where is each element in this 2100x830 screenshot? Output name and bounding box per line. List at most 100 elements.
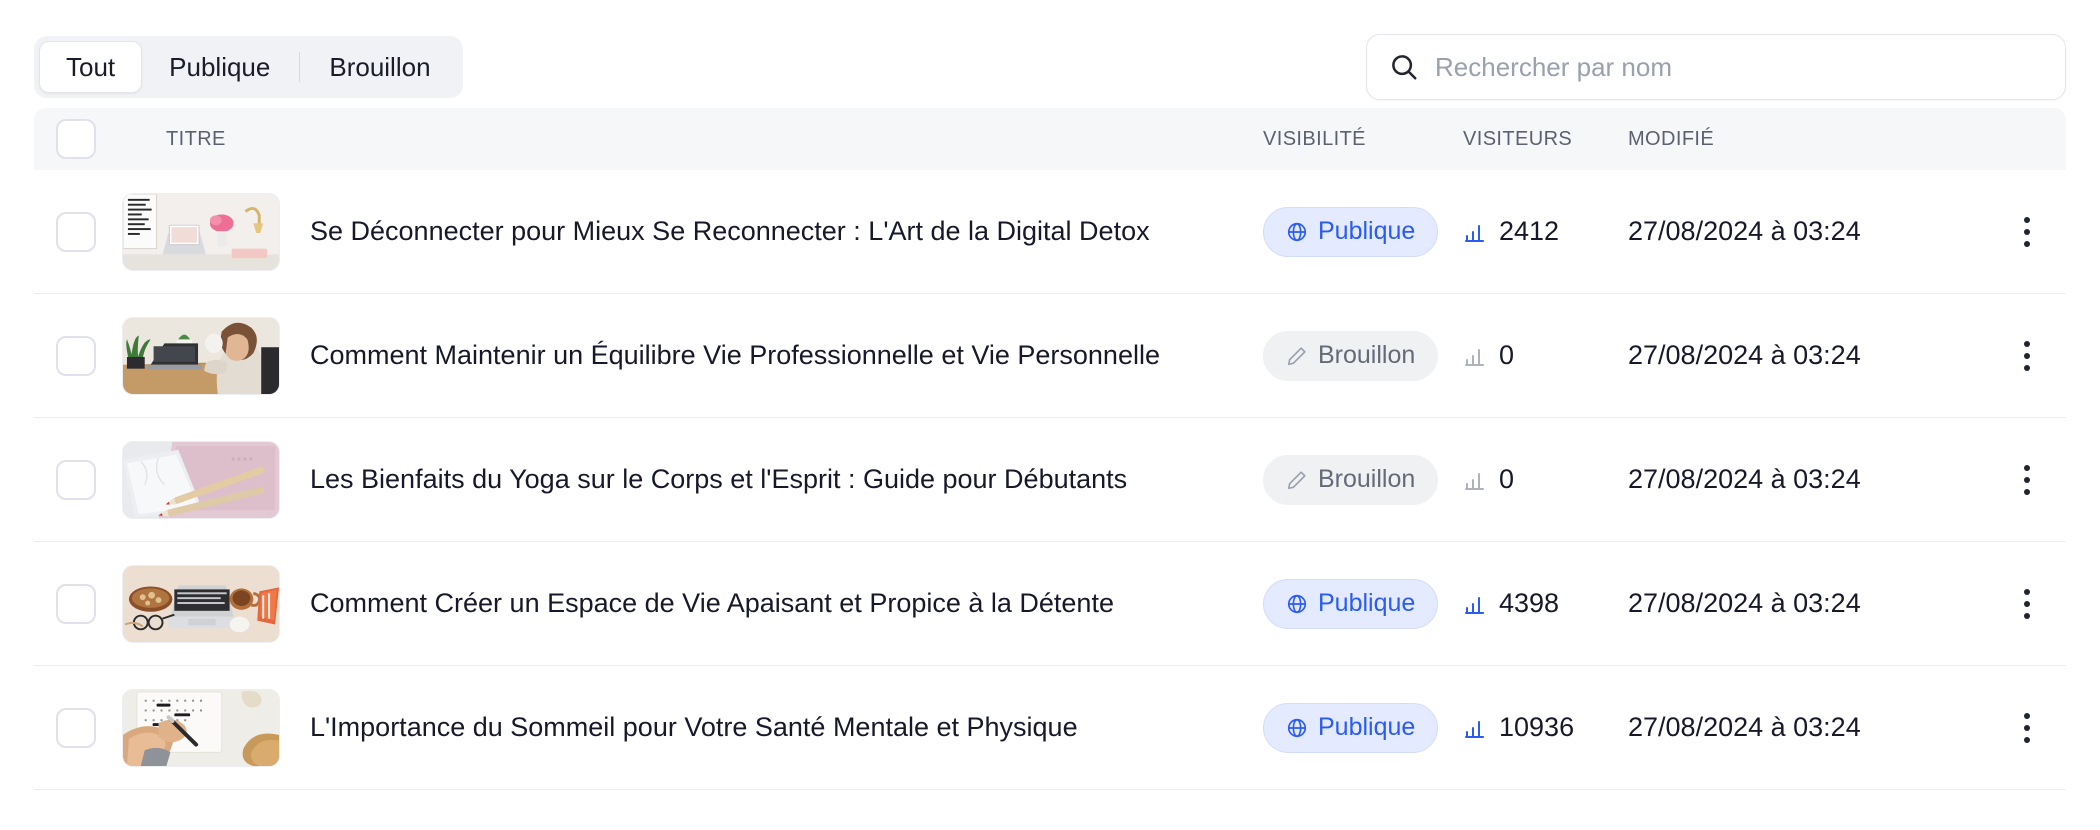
status-badge[interactable]: Publique xyxy=(1263,702,1439,753)
table-row[interactable]: Les Bienfaits du Yoga sur le Corps et l'… xyxy=(34,418,2066,542)
row-title[interactable]: Se Déconnecter pour Mieux Se Reconnecter… xyxy=(310,216,1150,247)
globe-icon xyxy=(1286,593,1308,615)
row-title[interactable]: Les Bienfaits du Yoga sur le Corps et l'… xyxy=(310,464,1127,495)
row-select-cell xyxy=(34,335,122,376)
filter-tab-all-label: Tout xyxy=(66,51,116,82)
row-thumbnail xyxy=(122,564,280,643)
status-badge-label: Publique xyxy=(1318,217,1416,245)
row-thumbnail xyxy=(122,440,280,519)
row-checkbox[interactable] xyxy=(56,459,96,500)
column-header-visibility: VISIBILITÉ xyxy=(1263,128,1463,151)
row-checkbox[interactable] xyxy=(56,335,96,376)
row-title[interactable]: Comment Créer un Espace de Vie Apaisant … xyxy=(310,588,1114,619)
globe-icon xyxy=(1286,717,1308,739)
row-title[interactable]: L'Importance du Sommeil pour Votre Santé… xyxy=(310,712,1078,743)
row-select-cell xyxy=(34,707,122,748)
row-actions-cell xyxy=(1988,458,2066,502)
column-header-title: TITRE xyxy=(122,128,1263,151)
bar-chart-icon xyxy=(1463,716,1487,740)
filter-tab-public[interactable]: Publique xyxy=(142,41,297,93)
row-visitors-cell: 4398 xyxy=(1463,588,1628,619)
kebab-menu-icon[interactable] xyxy=(2005,210,2049,254)
status-badge[interactable]: Publique xyxy=(1263,206,1439,257)
row-checkbox[interactable] xyxy=(56,583,96,624)
row-title-cell: Comment Créer un Espace de Vie Apaisant … xyxy=(122,564,1263,643)
status-badge-label: Brouillon xyxy=(1318,465,1416,493)
modified-date: 27/08/2024 à 03:24 xyxy=(1628,588,1861,618)
row-visitors-cell: 10936 xyxy=(1463,712,1628,743)
row-modified-cell: 27/08/2024 à 03:24 xyxy=(1628,588,1988,619)
search-icon xyxy=(1389,52,1419,82)
visitors-value-wrap: 0 xyxy=(1463,340,1628,371)
row-visitors-cell: 2412 xyxy=(1463,216,1628,247)
status-badge[interactable]: Brouillon xyxy=(1263,454,1439,505)
filter-tab-draft[interactable]: Brouillon xyxy=(302,41,457,93)
row-modified-cell: 27/08/2024 à 03:24 xyxy=(1628,216,1988,247)
modified-date: 27/08/2024 à 03:24 xyxy=(1628,712,1861,742)
filter-divider xyxy=(299,52,301,82)
row-title-cell: Comment Maintenir un Équilibre Vie Profe… xyxy=(122,316,1263,395)
filter-tab-public-label: Publique xyxy=(169,51,271,82)
bar-chart-icon xyxy=(1463,344,1487,368)
table-row[interactable]: Comment Créer un Espace de Vie Apaisant … xyxy=(34,542,2066,666)
status-badge-label: Publique xyxy=(1318,713,1416,741)
kebab-menu-icon[interactable] xyxy=(2005,706,2049,750)
row-actions-cell xyxy=(1988,210,2066,254)
pencil-icon xyxy=(1286,469,1308,491)
row-actions-cell xyxy=(1988,334,2066,378)
table-row[interactable]: Se Déconnecter pour Mieux Se Reconnecter… xyxy=(34,170,2066,294)
search-input[interactable] xyxy=(1435,51,2043,83)
bar-chart-icon xyxy=(1463,220,1487,244)
bar-chart-icon xyxy=(1463,592,1487,616)
row-visibility-cell: Brouillon xyxy=(1263,454,1463,505)
row-select-cell xyxy=(34,459,122,500)
status-filter-group: Tout Publique Brouillon xyxy=(34,36,463,98)
column-header-visitors: VISITEURS xyxy=(1463,128,1628,151)
status-badge[interactable]: Brouillon xyxy=(1263,330,1439,381)
row-visibility-cell: Publique xyxy=(1263,578,1463,629)
row-modified-cell: 27/08/2024 à 03:24 xyxy=(1628,712,1988,743)
row-visibility-cell: Publique xyxy=(1263,206,1463,257)
row-checkbox[interactable] xyxy=(56,707,96,748)
publications-table: TITRE VISIBILITÉ VISITEURS MODIFIÉ Se Dé… xyxy=(34,108,2066,790)
table-row[interactable]: Comment Maintenir un Équilibre Vie Profe… xyxy=(34,294,2066,418)
status-badge[interactable]: Publique xyxy=(1263,578,1439,629)
globe-icon xyxy=(1286,221,1308,243)
row-modified-cell: 27/08/2024 à 03:24 xyxy=(1628,340,1988,371)
kebab-menu-icon[interactable] xyxy=(2005,582,2049,626)
row-visibility-cell: Publique xyxy=(1263,702,1463,753)
row-title[interactable]: Comment Maintenir un Équilibre Vie Profe… xyxy=(310,340,1160,371)
visitors-count: 0 xyxy=(1499,340,1515,370)
filter-tab-draft-label: Brouillon xyxy=(329,51,431,82)
visitors-count: 4398 xyxy=(1499,588,1560,618)
select-all-checkbox[interactable] xyxy=(56,119,96,159)
row-visitors-cell: 0 xyxy=(1463,340,1628,371)
column-header-visibility-label: VISIBILITÉ xyxy=(1263,127,1366,150)
column-header-title-label: TITRE xyxy=(166,127,226,150)
status-badge-label: Publique xyxy=(1318,589,1416,617)
table-row[interactable]: L'Importance du Sommeil pour Votre Santé… xyxy=(34,666,2066,790)
search-box[interactable] xyxy=(1366,34,2066,100)
publications-list-page: Tout Publique Brouillon Rechercher par n… xyxy=(0,0,2100,830)
row-thumbnail xyxy=(122,316,280,395)
visitors-count: 2412 xyxy=(1499,216,1560,246)
toolbar: Tout Publique Brouillon xyxy=(34,0,2066,108)
row-actions-cell xyxy=(1988,706,2066,750)
row-visibility-cell: Brouillon xyxy=(1263,330,1463,381)
modified-date: 27/08/2024 à 03:24 xyxy=(1628,216,1861,246)
kebab-menu-icon[interactable] xyxy=(2005,458,2049,502)
column-header-modified-label: MODIFIÉ xyxy=(1628,127,1715,150)
row-thumbnail xyxy=(122,688,280,767)
row-title-cell: Se Déconnecter pour Mieux Se Reconnecter… xyxy=(122,192,1263,271)
row-visitors-cell: 0 xyxy=(1463,464,1628,495)
select-all-cell xyxy=(34,119,122,159)
kebab-menu-icon[interactable] xyxy=(2005,334,2049,378)
column-header-visitors-label: VISITEURS xyxy=(1463,127,1573,150)
row-checkbox[interactable] xyxy=(56,211,96,252)
row-select-cell xyxy=(34,211,122,252)
modified-date: 27/08/2024 à 03:24 xyxy=(1628,464,1861,494)
row-actions-cell xyxy=(1988,582,2066,626)
visitors-value-wrap: 4398 xyxy=(1463,588,1628,619)
visitors-count: 10936 xyxy=(1499,712,1575,742)
filter-tab-all[interactable]: Tout xyxy=(39,41,143,93)
